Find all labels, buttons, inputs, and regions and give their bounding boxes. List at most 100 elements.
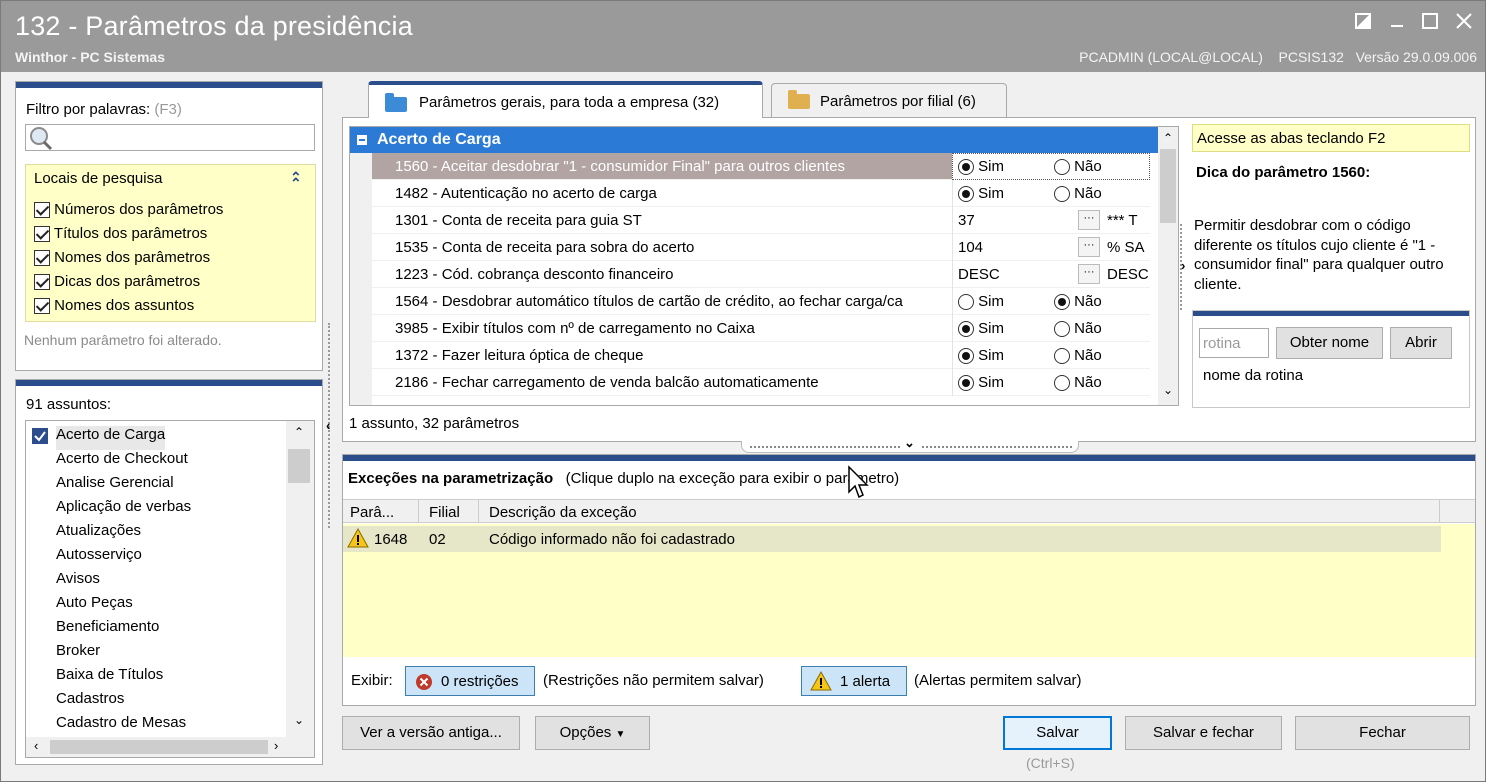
list-item[interactable]: Analise Gerencial xyxy=(56,474,174,498)
list-item[interactable]: Avisos xyxy=(56,570,100,594)
splitter-vertical[interactable]: ‹ xyxy=(325,323,335,528)
subjects-hscrollbar[interactable]: ‹ › xyxy=(26,737,314,757)
radio-nao[interactable]: Não xyxy=(1054,320,1102,338)
alerts-button[interactable]: 1 alerta xyxy=(801,666,907,696)
lookup-button[interactable]: ··· xyxy=(1078,264,1100,284)
param-row-1482[interactable]: 1482 - Autenticação no acerto de carga S… xyxy=(372,180,1150,207)
list-item[interactable]: Beneficiamento xyxy=(56,618,159,642)
subjects-scrollbar[interactable]: ⌃ ⌄ xyxy=(286,421,314,737)
list-item[interactable]: Aplicação de verbas xyxy=(56,498,191,522)
option-param-numbers[interactable]: Números dos parâmetros xyxy=(34,201,223,219)
scroll-up-icon[interactable]: ⌃ xyxy=(1163,131,1173,145)
list-item[interactable]: Atualizações xyxy=(56,522,141,546)
collapse-down-icon[interactable]: ⌄ xyxy=(904,435,915,451)
list-item[interactable]: Broker xyxy=(56,642,100,666)
radio-nao[interactable]: Não xyxy=(1054,293,1102,311)
tab-branch-params[interactable]: Parâmetros por filial (6) xyxy=(771,83,1007,118)
close-button[interactable]: Fechar xyxy=(1295,716,1470,750)
param-row-1301[interactable]: 1301 - Conta de receita para guia ST 37 … xyxy=(372,207,1150,234)
list-item[interactable]: Auto Peças xyxy=(56,594,133,618)
radio-on-icon[interactable] xyxy=(958,159,974,176)
lookup-button[interactable]: ··· xyxy=(1078,210,1100,230)
params-scrollbar[interactable]: ⌃ ⌄ xyxy=(1158,127,1178,405)
restrictions-button[interactable]: 0 restrições xyxy=(405,666,535,696)
checkbox-icon[interactable] xyxy=(34,298,50,315)
open-button[interactable]: Abrir xyxy=(1390,327,1452,359)
param-row-1535[interactable]: 1535 - Conta de receita para sobra do ac… xyxy=(372,234,1150,261)
radio-on-icon[interactable] xyxy=(958,321,974,338)
radio-on-icon[interactable] xyxy=(958,348,974,365)
radio-sim[interactable]: Sim xyxy=(958,158,1004,176)
radio-sim[interactable]: Sim xyxy=(958,293,1004,311)
col-filial[interactable]: Filial xyxy=(429,504,460,521)
col-param[interactable]: Parâ... xyxy=(350,504,394,521)
radio-off-icon[interactable] xyxy=(958,294,974,311)
list-item[interactable]: Cadastros xyxy=(56,690,124,714)
radio-sim[interactable]: Sim xyxy=(958,185,1004,203)
minimize-icon[interactable] xyxy=(1384,11,1410,37)
checkbox-icon[interactable] xyxy=(34,250,50,267)
lookup-value[interactable]: 37 xyxy=(958,212,975,229)
radio-off-icon[interactable] xyxy=(1054,375,1070,392)
radio-nao[interactable]: Não xyxy=(1054,158,1102,176)
restore-icon[interactable] xyxy=(1350,11,1376,37)
list-item[interactable]: Baixa de Títulos xyxy=(56,666,163,690)
radio-nao[interactable]: Não xyxy=(1054,374,1102,392)
param-row-3985[interactable]: 3985 - Exibir títulos com nº de carregam… xyxy=(372,315,1150,342)
option-subject-names[interactable]: Nomes dos assuntos xyxy=(34,297,194,315)
save-close-button[interactable]: Salvar e fechar xyxy=(1125,716,1282,750)
lookup-description: *** T xyxy=(1107,212,1138,229)
old-version-button[interactable]: Ver a versão antiga... xyxy=(342,716,520,750)
radio-nao[interactable]: Não xyxy=(1054,347,1102,365)
scroll-down-icon[interactable]: ⌄ xyxy=(294,713,304,727)
list-item[interactable]: Acerto de Checkout xyxy=(56,450,188,474)
param-row-1372[interactable]: 1372 - Fazer leitura óptica de cheque Si… xyxy=(372,342,1150,369)
param-row-1223[interactable]: 1223 - Cód. cobrança desconto financeiro… xyxy=(372,261,1150,288)
param-row-2186[interactable]: 2186 - Fechar carregamento de venda balc… xyxy=(372,369,1150,396)
splitter-horizontal[interactable]: ⌄ xyxy=(741,435,1079,453)
list-item[interactable]: Autosserviço xyxy=(56,546,142,570)
options-button[interactable]: Opções ▼ xyxy=(535,716,650,750)
radio-on-icon[interactable] xyxy=(958,186,974,203)
save-button[interactable]: Salvar xyxy=(1003,716,1112,750)
param-row-1564[interactable]: 1564 - Desdobrar automático títulos de c… xyxy=(372,288,1150,315)
close-icon[interactable] xyxy=(1451,11,1477,37)
option-param-names[interactable]: Nomes dos parâmetros xyxy=(34,249,210,267)
col-description[interactable]: Descrição da exceção xyxy=(489,504,637,521)
group-header[interactable]: Acerto de Carga xyxy=(350,127,1158,153)
scroll-right-icon[interactable]: › xyxy=(274,738,278,753)
scroll-up-icon[interactable]: ⌃ xyxy=(294,425,304,439)
collapse-group-icon[interactable] xyxy=(357,135,367,145)
radio-off-icon[interactable] xyxy=(1054,186,1070,203)
lookup-value[interactable]: DESC xyxy=(958,266,1000,283)
option-param-hints[interactable]: Dicas dos parâmetros xyxy=(34,273,200,291)
scroll-down-icon[interactable]: ⌄ xyxy=(1163,383,1173,397)
radio-off-icon[interactable] xyxy=(1054,159,1070,176)
radio-off-icon[interactable] xyxy=(1054,321,1070,338)
lookup-button[interactable]: ··· xyxy=(1078,237,1100,257)
radio-on-icon[interactable] xyxy=(1054,294,1070,311)
collapse-left-icon[interactable]: ‹ xyxy=(326,418,330,433)
radio-on-icon[interactable] xyxy=(958,375,974,392)
radio-nao[interactable]: Não xyxy=(1054,185,1102,203)
scroll-left-icon[interactable]: ‹ xyxy=(34,738,38,753)
expand-right-icon[interactable]: › xyxy=(1181,258,1185,273)
tab-general-params[interactable]: Parâmetros gerais, para toda a empresa (… xyxy=(368,81,763,118)
radio-sim[interactable]: Sim xyxy=(958,374,1004,392)
radio-sim[interactable]: Sim xyxy=(958,347,1004,365)
list-item[interactable]: Acerto de Carga xyxy=(56,426,166,450)
routine-input[interactable]: rotina xyxy=(1199,328,1269,358)
list-item[interactable]: Cadastro de Mesas xyxy=(56,714,186,738)
radio-sim[interactable]: Sim xyxy=(958,320,1004,338)
maximize-icon[interactable] xyxy=(1417,11,1443,37)
search-input[interactable] xyxy=(25,124,315,151)
checkbox-icon[interactable] xyxy=(34,274,50,291)
param-row-1560[interactable]: 1560 - Aceitar desdobrar "1 - consumidor… xyxy=(372,153,1150,180)
get-name-button[interactable]: Obter nome xyxy=(1276,327,1383,359)
checkbox-icon[interactable] xyxy=(34,226,50,243)
checkbox-icon[interactable] xyxy=(34,202,50,219)
table-row[interactable]: 1648 02 Código informado não foi cadastr… xyxy=(343,526,1441,552)
radio-off-icon[interactable] xyxy=(1054,348,1070,365)
lookup-value[interactable]: 104 xyxy=(958,239,983,256)
option-param-titles[interactable]: Títulos dos parâmetros xyxy=(34,225,207,243)
